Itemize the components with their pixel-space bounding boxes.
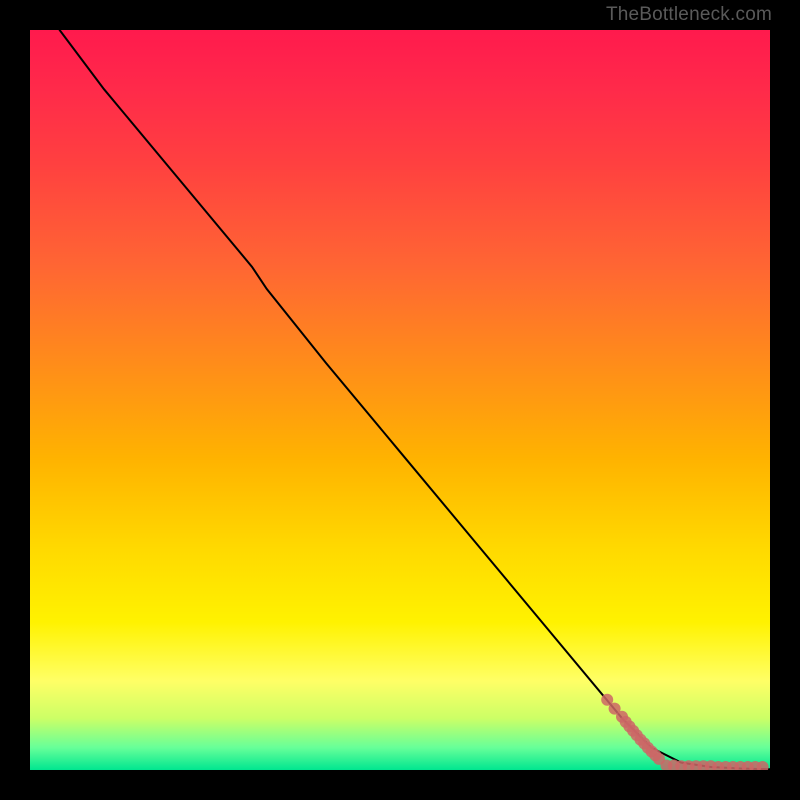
line-series — [60, 30, 770, 769]
chart-frame: TheBottleneck.com — [0, 0, 800, 800]
curve-path — [60, 30, 770, 769]
chart-svg — [30, 30, 770, 770]
plot-area — [30, 30, 770, 770]
scatter-series — [601, 694, 768, 770]
watermark-text: TheBottleneck.com — [606, 4, 772, 26]
